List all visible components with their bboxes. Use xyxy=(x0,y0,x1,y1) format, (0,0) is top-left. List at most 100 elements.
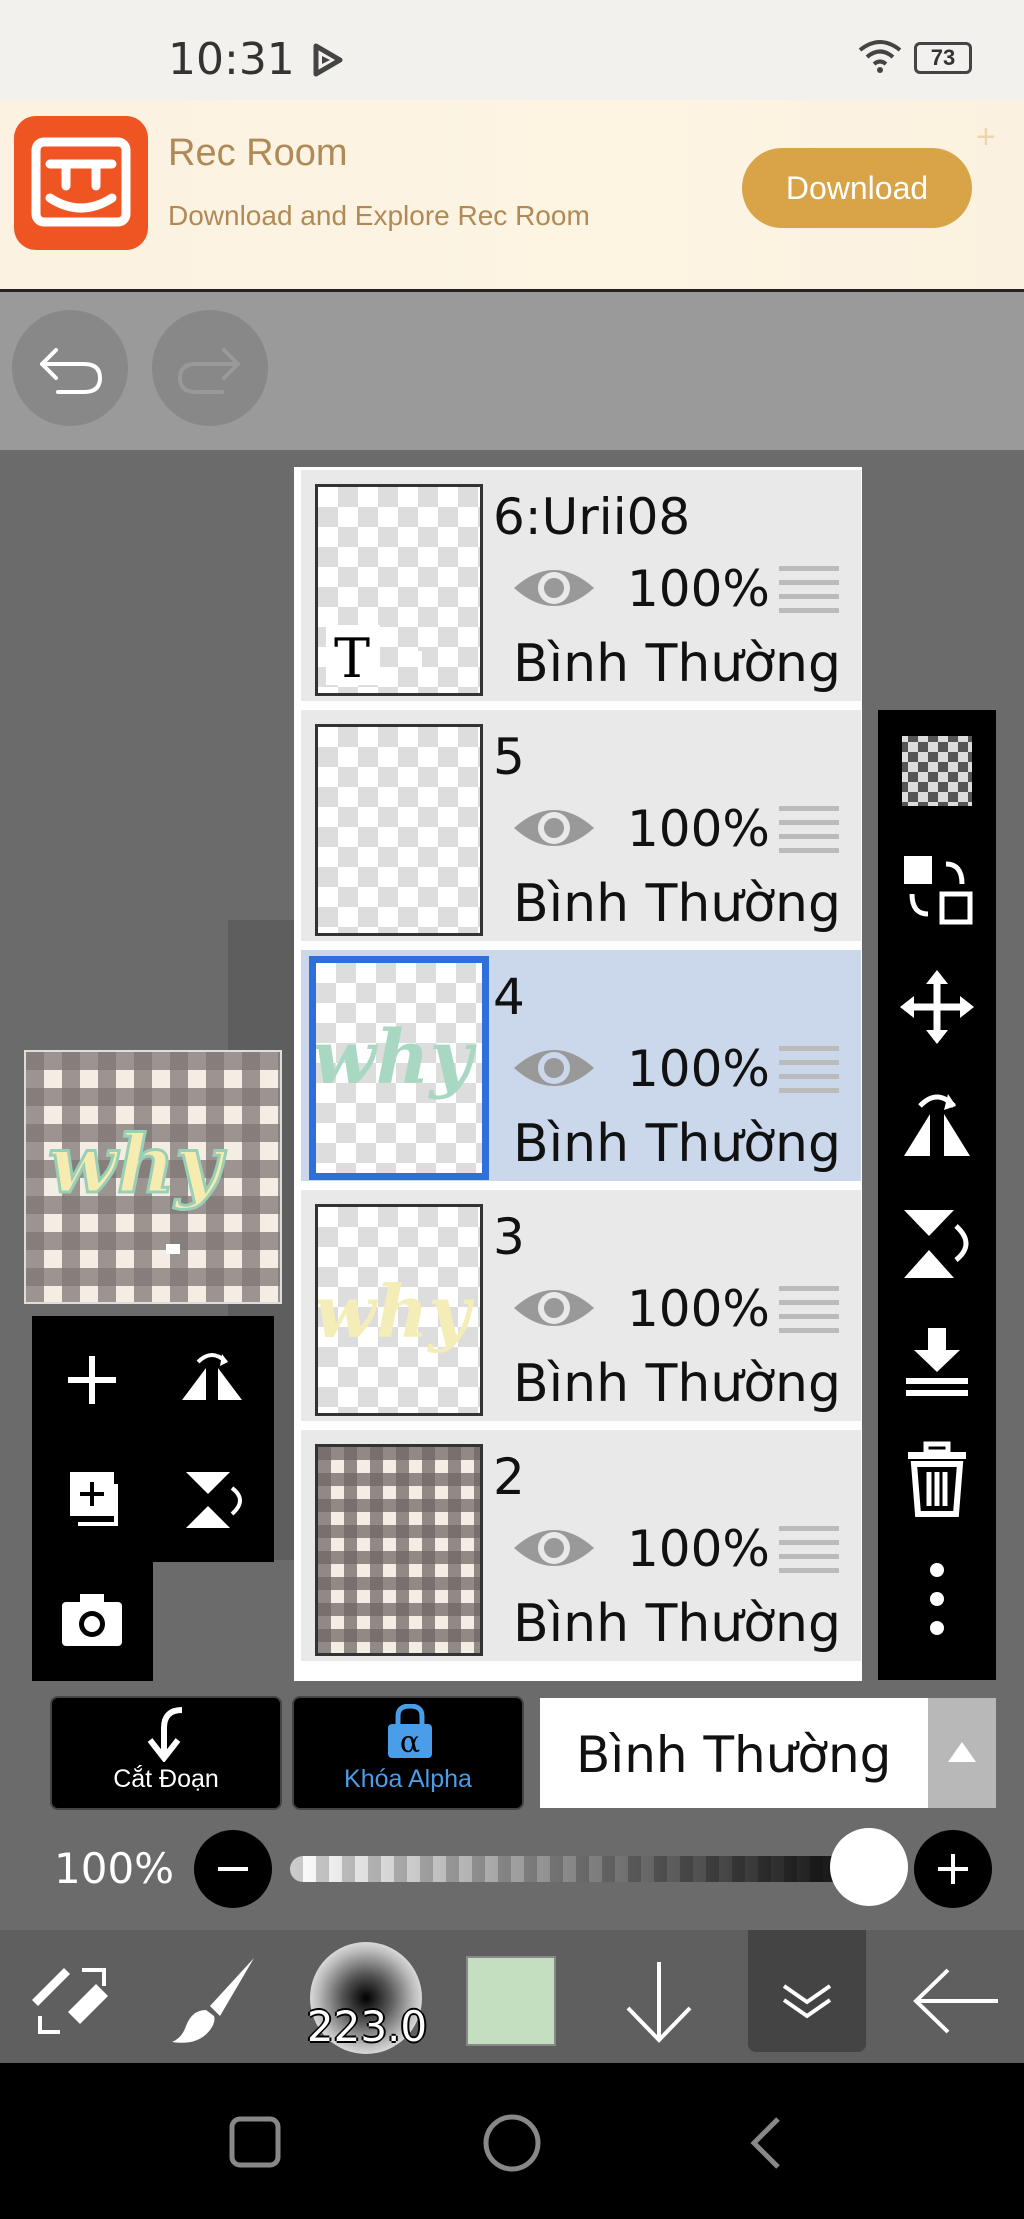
layer-blend-mode: Bình Thường xyxy=(513,634,842,694)
opacity-decrease-button[interactable] xyxy=(194,1830,272,1908)
why-lettering-green: why xyxy=(316,1015,478,1101)
redo-icon xyxy=(177,348,240,394)
system-navigation-bar xyxy=(0,2063,1024,2219)
minus-icon xyxy=(218,1867,248,1871)
move-button[interactable] xyxy=(898,968,976,1046)
opacity-slider[interactable] xyxy=(290,1856,890,1882)
transparency-grid-button[interactable] xyxy=(898,732,976,810)
layer-name: 6:Urii08 xyxy=(493,488,691,546)
gingham-preview-image: why xyxy=(26,1052,280,1302)
layer-blend-mode: Bình Thường xyxy=(513,1354,842,1414)
merge-down-icon xyxy=(906,1328,968,1396)
system-back-icon[interactable] xyxy=(746,2115,786,2171)
layer-row[interactable]: T 6:Urii08 100% Bình Thường xyxy=(301,470,861,704)
home-icon[interactable] xyxy=(482,2113,542,2173)
brush-tool-button[interactable] xyxy=(164,1950,264,2050)
blend-mode-select[interactable]: Bình Thường xyxy=(540,1698,996,1808)
ad-title: Rec Room xyxy=(168,132,348,174)
clock: 10:31 xyxy=(168,34,295,85)
alpha-lock-label: Khóa Alpha xyxy=(344,1765,472,1793)
layer-thumbnail[interactable]: T xyxy=(315,484,483,696)
layer-name: 2 xyxy=(493,1448,525,1506)
clipping-button[interactable]: Cắt Đoạn xyxy=(50,1696,282,1810)
why-lettering-yellow: why xyxy=(318,1269,474,1354)
layer-name: 3 xyxy=(493,1208,525,1266)
drag-handle-icon[interactable] xyxy=(779,1046,839,1096)
color-swatch[interactable] xyxy=(466,1956,556,2046)
move-down-button[interactable] xyxy=(614,1956,704,2046)
layer-name: 4 xyxy=(493,968,525,1026)
text-layer-icon: T xyxy=(326,625,380,690)
layer-thumbnail[interactable] xyxy=(315,1444,483,1656)
opacity-slider-handle[interactable] xyxy=(830,1828,908,1906)
visibility-eye-icon[interactable] xyxy=(511,800,597,856)
visibility-eye-icon[interactable] xyxy=(511,1280,597,1336)
layer-opacity: 100% xyxy=(627,560,770,618)
opacity-value-label: 100% xyxy=(54,1844,175,1893)
undo-icon xyxy=(40,348,103,394)
drag-handle-icon[interactable] xyxy=(779,806,839,856)
more-vertical-icon xyxy=(930,1563,944,1635)
undo-button[interactable] xyxy=(12,310,128,426)
arrow-down-icon xyxy=(626,1962,692,2043)
flip-horizontal-button[interactable] xyxy=(898,1086,976,1164)
battery-indicator: 73 xyxy=(914,42,972,74)
ad-decoration-icon: + xyxy=(976,118,996,156)
play-store-icon xyxy=(313,43,343,77)
rec-room-logo-icon xyxy=(31,137,131,227)
canvas-preview[interactable]: why xyxy=(24,1050,282,1304)
back-button[interactable] xyxy=(904,1956,1004,2046)
flip-vertical-button[interactable] xyxy=(176,1464,248,1536)
blend-mode-dropdown[interactable] xyxy=(928,1698,996,1808)
blend-mode-value: Bình Thường xyxy=(576,1726,892,1784)
delete-layer-button[interactable] xyxy=(898,1440,976,1518)
wifi-icon xyxy=(858,40,902,73)
camera-button[interactable] xyxy=(56,1584,128,1656)
layer-blend-mode: Bình Thường xyxy=(513,874,842,934)
brush-size-value: 223.0 xyxy=(306,2002,428,2051)
alpha-lock-icon: α xyxy=(388,1704,432,1760)
flip-vertical-icon xyxy=(186,1472,242,1528)
left-tool-palette xyxy=(32,1316,274,1681)
ad-tagline: Download and Explore Rec Room xyxy=(168,200,590,231)
right-tool-strip xyxy=(878,710,996,1680)
visibility-eye-icon[interactable] xyxy=(511,1040,597,1096)
flip-vertical-icon xyxy=(904,1210,969,1278)
layer-move-select-button[interactable] xyxy=(898,850,976,928)
clipping-arrow-icon xyxy=(147,1707,183,1762)
redo-button[interactable] xyxy=(152,310,268,426)
brush-size-button[interactable]: 223.0 xyxy=(307,1942,427,2054)
svg-text:α: α xyxy=(400,1725,420,1760)
recent-apps-icon[interactable] xyxy=(228,2115,282,2169)
flip-vertical-button[interactable] xyxy=(898,1204,976,1282)
layers-tab-button[interactable] xyxy=(748,1930,866,2052)
layer-row[interactable]: 5 100% Bình Thường xyxy=(301,710,861,944)
layer-row-selected[interactable]: why 4 100% Bình Thường xyxy=(301,950,861,1184)
drag-handle-icon[interactable] xyxy=(779,1526,839,1576)
visibility-eye-icon[interactable] xyxy=(511,560,597,616)
layer-thumbnail[interactable]: why xyxy=(315,1204,483,1416)
plus-icon xyxy=(68,1356,116,1404)
ad-banner[interactable]: Rec Room Download and Explore Rec Room D… xyxy=(0,100,1024,292)
layer-thumbnail[interactable]: why xyxy=(309,956,489,1180)
visibility-eye-icon[interactable] xyxy=(511,1520,597,1576)
layer-row[interactable]: why 3 100% Bình Thường xyxy=(301,1190,861,1424)
svg-text:why: why xyxy=(318,1269,474,1354)
drag-handle-icon[interactable] xyxy=(779,566,839,616)
alpha-lock-button[interactable]: α Khóa Alpha xyxy=(292,1696,524,1810)
layer-thumbnail[interactable] xyxy=(315,724,483,936)
brush-icon xyxy=(172,1958,254,2043)
opacity-increase-button[interactable] xyxy=(914,1830,992,1908)
drag-handle-icon[interactable] xyxy=(779,1286,839,1336)
layer-opacity: 100% xyxy=(627,800,770,858)
merge-down-button[interactable] xyxy=(898,1322,976,1400)
ad-download-button[interactable]: Download xyxy=(742,148,972,228)
rec-room-logo xyxy=(14,116,148,250)
tool-switch-button[interactable] xyxy=(24,1952,120,2048)
add-layer-button[interactable] xyxy=(56,1344,128,1416)
layer-row[interactable]: 2 100% Bình Thường xyxy=(301,1430,861,1664)
more-options-button[interactable] xyxy=(898,1560,976,1638)
duplicate-layer-button[interactable] xyxy=(56,1464,128,1536)
flip-horizontal-icon xyxy=(904,1094,970,1156)
flip-horizontal-button[interactable] xyxy=(176,1344,248,1416)
